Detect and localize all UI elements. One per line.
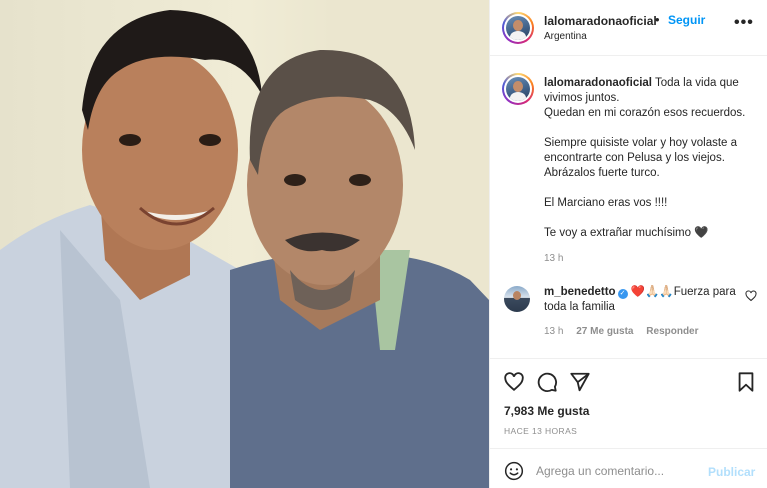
heart-icon[interactable] [503,371,525,393]
location-link[interactable]: Argentina [544,31,587,42]
emoji-icon[interactable] [504,461,524,481]
likes-count[interactable]: 7,983 Me gusta [504,404,589,418]
comment-like-heart-icon[interactable] [745,290,757,302]
header-username[interactable]: lalomaradonaoficial [544,14,657,28]
post-photo[interactable] [0,0,489,488]
header-separator: • [655,12,660,27]
comment-meta: 13 h 27 Me gusta Responder [544,326,709,337]
more-horizontal-icon[interactable]: ••• [734,14,754,32]
comment-avatar[interactable] [504,286,530,312]
comment-likes[interactable]: 27 Me gusta [576,326,633,337]
caption-time[interactable]: 13 h [544,253,563,264]
reply-button[interactable]: Responder [646,326,698,337]
caption-line: El Marciano eras vos !!!! [544,197,668,209]
posted-time[interactable]: HACE 13 HORAS [504,426,577,436]
comment-body: m_benedetto ✓ ❤️🙏🏻🙏🏻Fuerza para toda la f… [544,285,739,315]
caption: lalomaradonaoficial Toda la vida que viv… [544,76,759,241]
verified-badge-icon: ✓ [617,289,628,299]
bookmark-icon[interactable] [735,371,757,393]
follow-button[interactable]: Seguir [668,13,705,27]
post-header: lalomaradonaoficial • Seguir Argentina •… [490,0,767,56]
photo-two-men-smiling [0,0,489,488]
publish-button[interactable]: Publicar [708,465,755,479]
post-side-panel: lalomaradonaoficial • Seguir Argentina •… [489,0,767,488]
caption-line: Siempre quisiste volar y hoy volaste a e… [544,137,738,179]
comment-icon[interactable] [536,371,558,393]
add-comment-bar: Publicar [490,448,767,488]
comment-username[interactable]: m_benedetto [544,286,616,298]
comment-input[interactable] [536,462,696,480]
header-avatar[interactable] [502,12,534,44]
caption-line: Te voy a extrañar muchísimo 🖤 [544,227,709,239]
caption-username[interactable]: lalomaradonaoficial [544,77,652,89]
send-icon[interactable] [569,371,591,393]
comment-time[interactable]: 13 h [544,326,563,337]
caption-avatar[interactable] [502,73,534,105]
caption-line: Quedan en mi corazón esos recuerdos. [544,107,746,119]
